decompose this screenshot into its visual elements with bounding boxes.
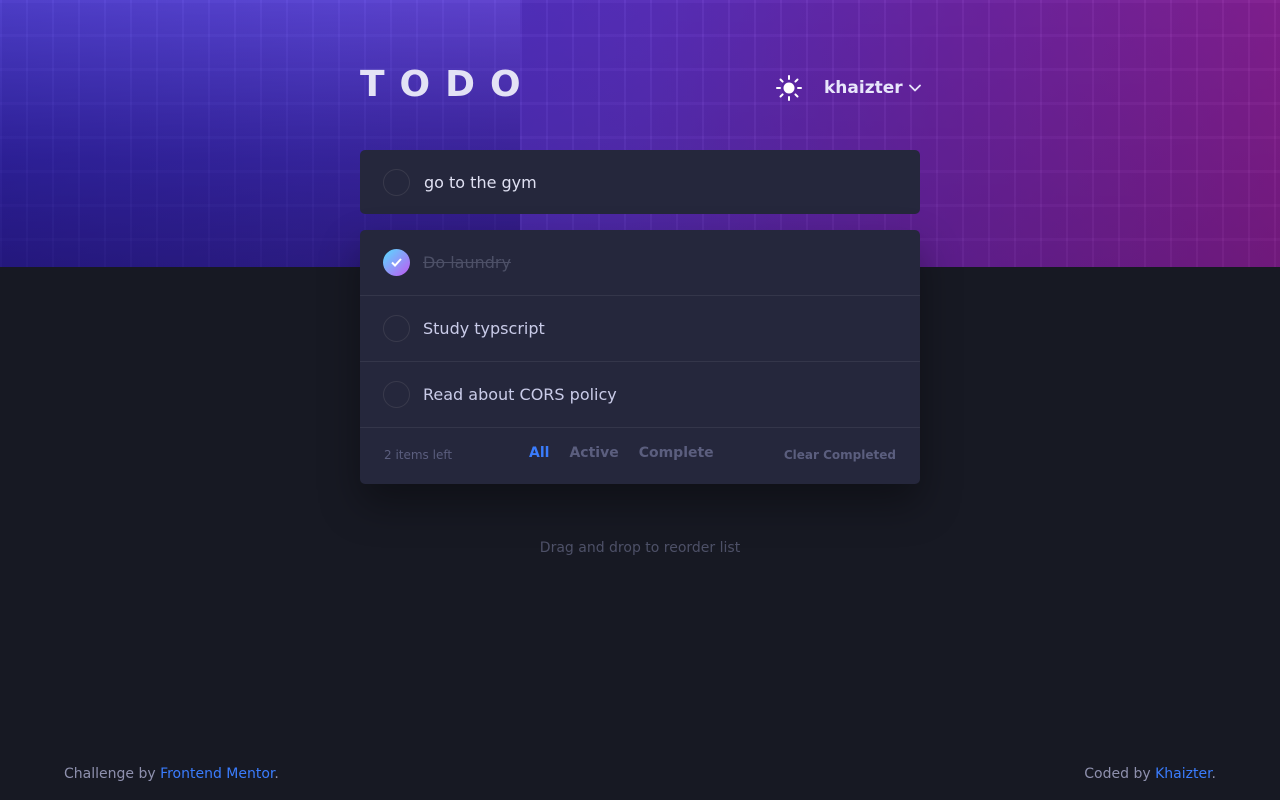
todo-item[interactable]: Read about CORS policy: [360, 362, 920, 428]
new-todo-row: [360, 150, 920, 214]
todo-text: Read about CORS policy: [423, 385, 617, 404]
todo-checkbox[interactable]: [383, 381, 410, 408]
challenge-credit: Challenge by Frontend Mentor.: [64, 766, 279, 782]
todo-checkbox[interactable]: [383, 315, 410, 342]
check-icon: [391, 258, 402, 267]
challenge-period: .: [274, 766, 279, 782]
new-todo-circle: [383, 168, 410, 196]
todo-text: Do laundry: [423, 253, 511, 272]
filter-complete[interactable]: Complete: [639, 445, 714, 461]
coded-prefix: Coded by: [1084, 766, 1156, 782]
app-header: TODO khaizter: [360, 64, 921, 108]
todo-item[interactable]: Do laundry: [360, 230, 920, 296]
todo-list: Do laundry Study typscript Read about CO…: [360, 230, 920, 484]
todo-item[interactable]: Study typscript: [360, 296, 920, 362]
filter-all[interactable]: All: [529, 445, 549, 461]
new-todo-input[interactable]: [424, 172, 884, 192]
coded-period: .: [1211, 766, 1216, 782]
user-menu[interactable]: khaizter: [824, 76, 921, 100]
challenge-prefix: Challenge by: [64, 766, 161, 782]
filter-tabs: All Active Complete: [529, 445, 714, 461]
todo-checkbox-checked[interactable]: [383, 249, 410, 276]
todo-text: Study typscript: [423, 319, 545, 338]
user-name: khaizter: [824, 78, 903, 98]
clear-completed-button[interactable]: Clear Completed: [784, 448, 896, 462]
drag-hint: Drag and drop to reorder list: [539, 540, 741, 556]
items-left-count: 2 items left: [384, 448, 453, 462]
app-title: TODO: [360, 64, 536, 105]
sun-icon: [776, 75, 802, 101]
coded-by-credit: Coded by Khaizter.: [1084, 766, 1216, 782]
theme-toggle-button[interactable]: [774, 73, 804, 103]
frontend-mentor-link[interactable]: Frontend Mentor: [160, 766, 274, 782]
hero-background: [0, 0, 1280, 267]
author-link[interactable]: Khaizter: [1155, 766, 1211, 782]
filter-active[interactable]: Active: [569, 445, 618, 461]
chevron-down-icon: [908, 84, 921, 92]
list-footer: 2 items left All Active Complete Clear C…: [360, 428, 920, 484]
